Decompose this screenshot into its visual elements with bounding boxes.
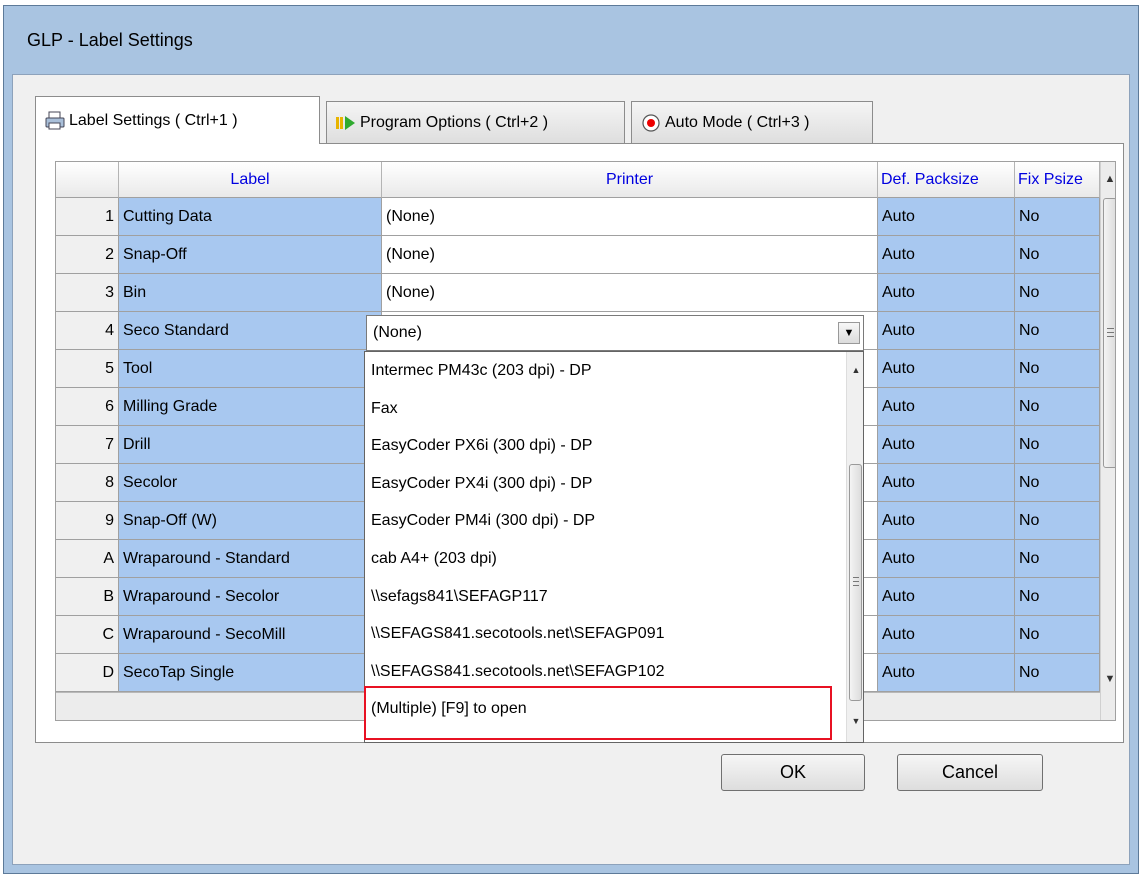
dropdown-scroll-up-icon[interactable]: ▲ [847,361,865,379]
packsize-cell[interactable]: Auto [878,502,1015,540]
dropdown-option[interactable]: EasyCoder PX4i (300 dpi) - DP [365,465,845,503]
printer-cell[interactable]: (None) [382,274,878,312]
row-number: D [56,654,119,692]
label-cell[interactable]: Tool [119,350,382,388]
row-number: 9 [56,502,119,540]
packsize-cell[interactable]: Auto [878,388,1015,426]
scroll-down-arrow-icon[interactable]: ▼ [1101,670,1115,688]
column-header-rownum[interactable] [56,162,119,198]
dropdown-scrollbar[interactable]: ▲ ▼ [846,352,863,742]
dropdown-option[interactable]: \\SEFAGS841.secotools.net\SEFAGP091 [365,615,845,653]
packsize-cell[interactable]: Auto [878,350,1015,388]
dropdown-option[interactable]: Fax [365,390,845,428]
grid-vertical-scrollbar[interactable]: ▲ ▼ [1100,162,1115,720]
fix-psize-cell[interactable]: No [1015,388,1100,426]
window-title: GLP - Label Settings [27,30,193,50]
title-bar[interactable]: GLP - Label Settings [4,6,1138,74]
tab-program-options[interactable]: Program Options ( Ctrl+2 ) [326,101,625,143]
fix-psize-cell[interactable]: No [1015,198,1100,236]
label-cell[interactable]: Snap-Off (W) [119,502,382,540]
dropdown-option[interactable]: cab A4+ (203 dpi) [365,540,845,578]
dropdown-option[interactable]: \\sefags841\SEFAGP117 [365,578,845,616]
column-header-label[interactable]: Label [119,162,382,198]
fix-psize-cell[interactable]: No [1015,578,1100,616]
row-number: 5 [56,350,119,388]
fix-psize-cell[interactable]: No [1015,350,1100,388]
scroll-up-arrow-icon[interactable]: ▲ [1101,170,1115,188]
fix-psize-cell[interactable]: No [1015,616,1100,654]
row-number: C [56,616,119,654]
column-header-def-packsize[interactable]: Def. Packsize [878,162,1015,198]
chevron-down-icon[interactable]: ▼ [838,322,860,344]
tab-auto-mode[interactable]: Auto Mode ( Ctrl+3 ) [631,101,873,143]
packsize-cell[interactable]: Auto [878,236,1015,274]
packsize-cell[interactable]: Auto [878,198,1015,236]
label-cell[interactable]: Wraparound - Secolor [119,578,382,616]
row-number: 6 [56,388,119,426]
table-row: 2 Snap-Off (None) Auto No [56,236,1100,274]
row-number: B [56,578,119,616]
dropdown-option[interactable]: (Multiple) [F9] to open [365,690,845,728]
grid-scroll-thumb[interactable] [1103,198,1115,468]
row-number: 4 [56,312,119,350]
dropdown-scroll-thumb[interactable] [849,464,862,701]
record-icon [640,113,662,133]
row-number: 3 [56,274,119,312]
fix-psize-cell[interactable]: No [1015,274,1100,312]
label-cell[interactable]: Wraparound - SecoMill [119,616,382,654]
label-cell[interactable]: Drill [119,426,382,464]
printer-combo-value: (None) [373,324,422,341]
column-header-fix-psize[interactable]: Fix Psize [1015,162,1100,198]
packsize-cell[interactable]: Auto [878,616,1015,654]
fix-psize-cell[interactable]: No [1015,502,1100,540]
printer-cell[interactable]: (None) [382,198,878,236]
fix-psize-cell[interactable]: No [1015,464,1100,502]
fix-psize-cell[interactable]: No [1015,236,1100,274]
column-header-printer[interactable]: Printer [382,162,878,198]
printer-combo-box[interactable]: (None) ▼ [366,315,864,351]
row-number: A [56,540,119,578]
packsize-cell[interactable]: Auto [878,274,1015,312]
packsize-cell[interactable]: Auto [878,426,1015,464]
tab-label-settings-label: Label Settings ( Ctrl+1 ) [69,111,238,129]
packsize-cell[interactable]: Auto [878,312,1015,350]
dropdown-option[interactable]: EasyCoder PX6i (300 dpi) - DP [365,427,845,465]
label-cell[interactable]: Milling Grade [119,388,382,426]
label-cell[interactable]: Seco Standard [119,312,382,350]
label-cell[interactable]: Bin [119,274,382,312]
row-number: 1 [56,198,119,236]
label-cell[interactable]: Cutting Data [119,198,382,236]
printer-icon [44,111,66,131]
packsize-cell[interactable]: Auto [878,654,1015,692]
dropdown-option[interactable]: Intermec PM43c (203 dpi) - DP [365,352,845,390]
label-cell[interactable]: SecoTap Single [119,654,382,692]
row-number: 8 [56,464,119,502]
fix-psize-cell[interactable]: No [1015,540,1100,578]
tab-auto-mode-label: Auto Mode ( Ctrl+3 ) [665,113,810,131]
tab-program-options-label: Program Options ( Ctrl+2 ) [360,113,549,131]
packsize-cell[interactable]: Auto [878,540,1015,578]
fix-psize-cell[interactable]: No [1015,654,1100,692]
row-number: 2 [56,236,119,274]
cancel-button[interactable]: Cancel [897,754,1043,791]
label-cell[interactable]: Snap-Off [119,236,382,274]
table-row: 3 Bin (None) Auto No [56,274,1100,312]
packsize-cell[interactable]: Auto [878,578,1015,616]
printer-cell[interactable]: (None) [382,236,878,274]
row-number: 7 [56,426,119,464]
packsize-cell[interactable]: Auto [878,464,1015,502]
dropdown-option[interactable]: \\SEFAGS841.secotools.net\SEFAGP102 [365,653,845,691]
printer-dropdown-list: Intermec PM43c (203 dpi) - DP Fax EasyCode… [364,351,864,743]
fix-psize-cell[interactable]: No [1015,426,1100,464]
dropdown-scroll-down-icon[interactable]: ▼ [847,712,865,730]
play-icon [335,113,357,133]
table-row: 1 Cutting Data (None) Auto No [56,198,1100,236]
dropdown-option[interactable]: EasyCoder PM4i (300 dpi) - DP [365,502,845,540]
label-cell[interactable]: Wraparound - Standard [119,540,382,578]
tab-label-settings[interactable]: Label Settings ( Ctrl+1 ) [35,96,320,144]
fix-psize-cell[interactable]: No [1015,312,1100,350]
label-cell[interactable]: Secolor [119,464,382,502]
ok-button[interactable]: OK [721,754,865,791]
